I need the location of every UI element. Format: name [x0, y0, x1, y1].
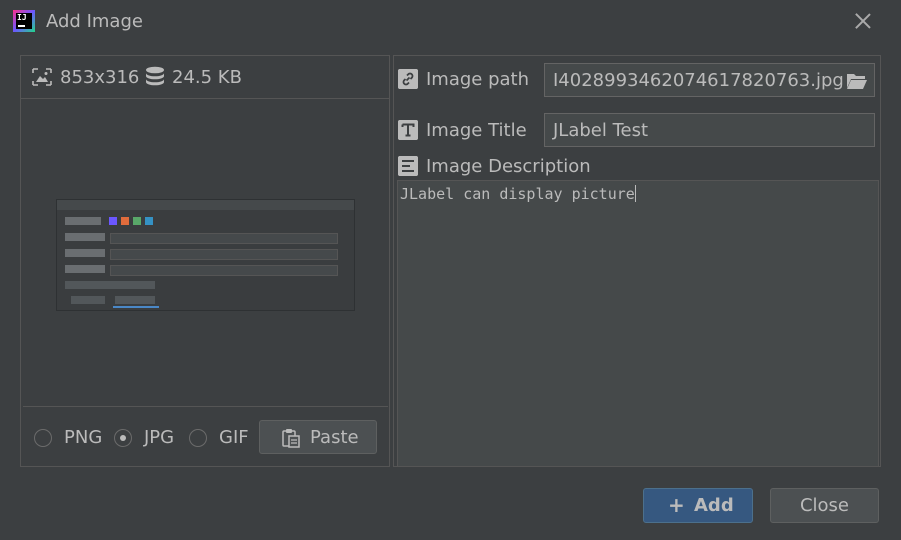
database-icon	[146, 66, 164, 86]
paste-button-label: Paste	[310, 427, 359, 448]
image-title-value: JLabel Test	[553, 120, 649, 141]
title-bar: IJ Add Image	[0, 0, 901, 44]
window-title: Add Image	[46, 11, 143, 32]
format-selector: PNG JPG GIF Paste	[21, 418, 389, 458]
description-lines-icon	[398, 156, 418, 176]
link-icon	[398, 69, 418, 89]
image-title-label: Image Title	[426, 120, 527, 141]
radio-jpg[interactable]	[114, 429, 132, 447]
preview-thumbnail	[56, 199, 355, 311]
text-caret	[634, 185, 636, 202]
image-preview-panel: 853x316 24.5 KB PNG JPG GIF Paste	[20, 55, 390, 467]
image-info-row: 853x316 24.5 KB	[21, 56, 389, 99]
image-description-textarea[interactable]: JLabel can display picture	[397, 180, 879, 467]
text-t-icon	[398, 120, 418, 140]
image-description-label: Image Description	[426, 156, 591, 177]
image-title-input[interactable]: JLabel Test	[544, 113, 875, 147]
paste-button[interactable]: Paste	[259, 420, 377, 454]
clipboard-paste-icon	[282, 429, 300, 448]
close-button[interactable]: Close	[770, 488, 879, 523]
add-button[interactable]: + Add	[643, 488, 753, 523]
close-window-icon[interactable]	[851, 8, 875, 34]
image-details-panel: Image path I4028993462074617820763.jpg I…	[393, 55, 881, 467]
radio-jpg-label[interactable]: JPG	[144, 427, 174, 448]
folder-open-icon[interactable]	[846, 72, 868, 90]
image-icon	[32, 68, 52, 86]
image-path-label: Image path	[426, 69, 530, 90]
radio-png[interactable]	[34, 429, 52, 447]
plus-icon: +	[668, 493, 685, 517]
image-dimensions: 853x316	[60, 67, 140, 88]
image-file-size: 24.5 KB	[172, 67, 242, 88]
add-button-label: Add	[694, 495, 734, 516]
intellij-app-icon: IJ	[13, 10, 35, 32]
image-preview	[23, 100, 388, 407]
radio-png-label[interactable]: PNG	[64, 427, 102, 448]
radio-gif-label[interactable]: GIF	[219, 427, 249, 448]
image-description-value: JLabel can display picture	[400, 185, 635, 203]
image-path-input[interactable]: I4028993462074617820763.jpg	[544, 63, 875, 97]
close-button-label: Close	[799, 495, 850, 516]
image-path-value: I4028993462074617820763.jpg	[553, 70, 844, 91]
radio-gif[interactable]	[189, 429, 207, 447]
